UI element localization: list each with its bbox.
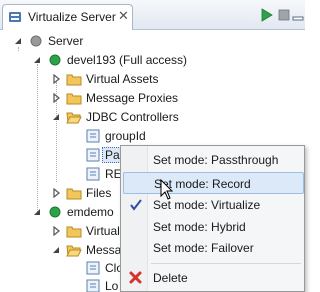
tree-node-files[interactable]: Files <box>0 184 120 203</box>
tab-title: Virtualize Server <box>28 10 116 24</box>
server-view-icon <box>9 12 21 22</box>
run-icon[interactable] <box>258 7 274 23</box>
collapse-arrow-icon[interactable] <box>51 74 61 84</box>
tree-node-virtual[interactable]: Virtual <box>0 222 120 241</box>
menu-item-label: Set mode: Failover <box>153 241 254 255</box>
tree-node-jdbc-controllers[interactable]: JDBC Controllers <box>0 108 305 127</box>
open-folder-icon <box>66 245 82 257</box>
expand-arrow-icon[interactable] <box>51 112 61 122</box>
tree-node-groupid[interactable]: groupId <box>0 127 305 146</box>
jdbc-controller-icon <box>86 129 100 143</box>
menu-item-failover[interactable]: Set mode: Failover <box>123 237 304 259</box>
folder-icon <box>66 74 82 86</box>
menu-item-record[interactable]: Set mode: Record <box>123 172 304 194</box>
tree-node-emdemo[interactable]: emdemo <box>0 203 120 222</box>
tree-label: emdemo <box>67 205 114 219</box>
menu-separator <box>151 263 301 264</box>
tree-label: Files <box>86 186 112 200</box>
proxy-icon <box>86 279 100 292</box>
virtualize-server-view: Virtualize Server ✕ Server devel193 (Ful… <box>0 0 305 292</box>
folder-icon <box>66 93 82 105</box>
server-connected-icon <box>49 54 61 66</box>
tree-label: Virtual <box>86 224 120 238</box>
expand-arrow-icon[interactable] <box>32 207 42 217</box>
expand-arrow-icon[interactable] <box>51 245 61 255</box>
menu-item-label: Set mode: Hybrid <box>153 220 246 234</box>
menu-item-virtualize[interactable]: Set mode: Virtualize <box>123 194 304 216</box>
tree-node-devel193[interactable]: devel193 (Full access) <box>0 51 305 70</box>
tree-label: Message Proxies <box>86 91 179 105</box>
context-menu: Set mode: Passthrough Set mode: Record S… <box>120 145 305 292</box>
open-folder-icon <box>66 112 82 124</box>
checkmark-icon <box>130 199 142 211</box>
tree-node-message-proxies[interactable]: Message Proxies <box>0 89 305 108</box>
tree-label: Virtual Assets <box>86 72 159 86</box>
tree-label: Messa <box>86 243 122 257</box>
folder-icon <box>66 188 82 200</box>
view-tab-bar: Virtualize Server ✕ <box>0 0 305 30</box>
menu-item-label: Delete <box>153 271 188 285</box>
server-status-icon <box>30 35 42 47</box>
tree-node-messa[interactable]: Messa <box>0 241 122 260</box>
jdbc-controller-icon <box>86 167 100 181</box>
expand-arrow-icon[interactable] <box>13 36 23 46</box>
menu-item-label: Set mode: Passthrough <box>153 153 279 167</box>
menu-item-delete[interactable]: Delete <box>123 267 304 289</box>
tree-node-clo[interactable]: Clo <box>0 259 123 278</box>
stop-icon[interactable] <box>276 7 292 23</box>
delete-icon <box>129 271 142 284</box>
expand-arrow-icon[interactable] <box>32 55 42 65</box>
folder-icon <box>66 226 82 238</box>
tree-node-parabank2[interactable]: ParaBank2 <box>0 146 168 165</box>
tree-node-lo-1[interactable]: Lo <box>0 277 120 292</box>
tree-label: groupId <box>105 129 146 143</box>
tree-label: JDBC Controllers <box>86 110 179 124</box>
tree-label: devel193 (Full access) <box>67 53 188 67</box>
proxy-icon <box>86 261 100 275</box>
collapse-arrow-icon[interactable] <box>51 188 61 198</box>
tree-label: Lo <box>105 279 119 292</box>
jdbc-controller-icon <box>86 148 100 162</box>
menu-item-hybrid[interactable]: Set mode: Hybrid <box>123 216 304 238</box>
minimize-icon[interactable] <box>291 7 305 23</box>
tab-virtualize-server[interactable]: Virtualize Server ✕ <box>2 4 133 30</box>
collapse-arrow-icon[interactable] <box>51 226 61 236</box>
server-connected-icon <box>49 206 61 218</box>
tree-node-server[interactable]: Server <box>0 32 305 51</box>
mouse-cursor-icon <box>160 179 174 200</box>
tree-node-virtual-assets[interactable]: Virtual Assets <box>0 70 305 89</box>
tree-node-re[interactable]: RE <box>0 165 122 184</box>
close-icon[interactable]: ✕ <box>118 8 129 24</box>
tree-label: Server <box>48 34 84 48</box>
menu-item-passthrough[interactable]: Set mode: Passthrough <box>123 149 304 171</box>
collapse-arrow-icon[interactable] <box>51 93 61 103</box>
